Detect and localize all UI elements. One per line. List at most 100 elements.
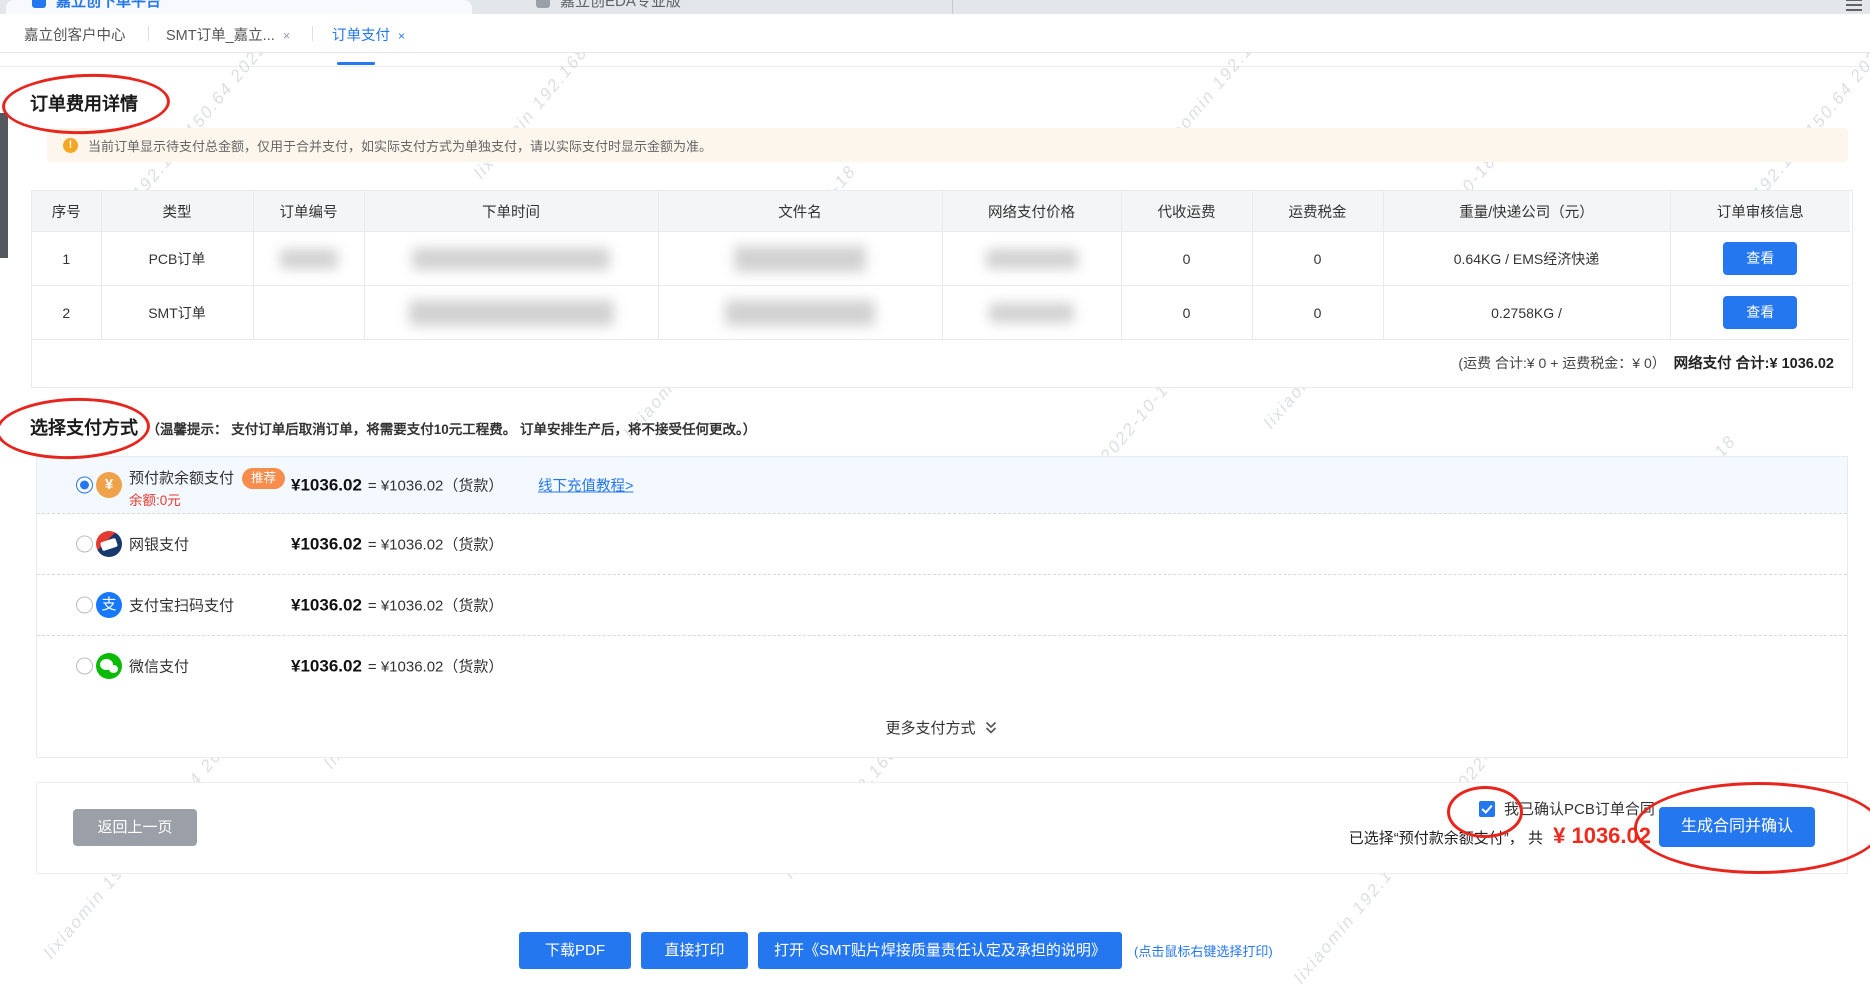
pay-option-wechat[interactable]: 微信支付 ¥1036.02= ¥1036.02（货款） — [37, 636, 1847, 696]
cell-type: PCB订单 — [101, 232, 253, 286]
pay-option-balance[interactable]: ¥ 预付款余额支付推荐 余额:0元 ¥1036.02= ¥1036.02（货款）… — [37, 457, 1847, 514]
close-icon[interactable]: × — [398, 29, 405, 43]
cell-weight-courier: 0.64KG / EMS经济快递 — [1383, 232, 1670, 286]
cell-order-no — [253, 286, 364, 340]
pay-option-name-line: 预付款余额支付推荐 — [129, 467, 285, 489]
col-header: 订单编号 — [253, 191, 364, 232]
payment-options-box: ¥ 预付款余额支付推荐 余额:0元 ¥1036.02 = ¥1036.02（货款）… — [36, 456, 1848, 758]
tab-separator — [952, 0, 953, 14]
pay-amount: ¥1036.02 = ¥1036.02（货款） — [291, 656, 503, 677]
pcb-contract-checkbox[interactable] — [1479, 801, 1495, 817]
col-header: 文件名 — [658, 191, 942, 232]
favicon-icon — [32, 0, 46, 8]
cell-file-name — [658, 232, 942, 286]
pay-option-netbank[interactable]: 网银支付 ¥1036.02 = ¥1036.02（货款） — [37, 514, 1847, 575]
order-table: 序号 类型 订单编号 下单时间 文件名 网络支付价格 代收运费 运费税金 重量/… — [31, 190, 1853, 388]
browser-menu-icon[interactable] — [1846, 0, 1862, 10]
money-bag-icon: ¥ — [96, 472, 122, 498]
pcb-contract-label: 我已确认PCB订单合同 — [1504, 798, 1655, 819]
recommended-badge: 推荐 — [242, 468, 285, 489]
amount-bold: ¥1036.02 — [291, 476, 362, 495]
close-icon[interactable]: × — [283, 28, 291, 43]
cell-weight-courier: 0.2758KG / — [1383, 286, 1670, 340]
cell-review: 查看 — [1670, 286, 1850, 340]
nav-tab-bar: 嘉立创客户中心 SMT订单_嘉立... × 订单支付× — [0, 14, 1870, 53]
tab-smt-order[interactable]: SMT订单_嘉立... × — [166, 24, 290, 45]
more-payment-methods[interactable]: 更多支付方式 — [37, 696, 1847, 759]
direct-print-button[interactable]: 直接打印 — [641, 932, 748, 969]
payment-total: 网络支付 合计:¥ 1036.02 — [1674, 356, 1834, 372]
pay-option-alipay[interactable]: 支 支付宝扫码支付 ¥1036.02= ¥1036.02（货款） — [37, 575, 1847, 636]
order-payment-page: lixiaomin 192.168.150.64 2022-10-18 lixi… — [0, 0, 1870, 986]
tab-label: SMT订单_嘉立... — [166, 28, 275, 44]
table-totals-row: (运费 合计:¥ 0 + 运费税金：¥ 0） 网络支付 合计:¥ 1036.02 — [32, 340, 1852, 387]
open-smt-statement-button[interactable]: 打开《SMT贴片焊接质量责任认定及承担的说明》 — [758, 932, 1122, 969]
active-tab-underline — [337, 62, 375, 65]
cell-order-time — [364, 232, 658, 286]
amount-bold: ¥1036.02 — [291, 535, 362, 554]
amount-bold: ¥1036.02 — [291, 596, 362, 615]
redacted-value — [986, 249, 1078, 269]
col-header: 类型 — [101, 191, 253, 232]
pay-option-name: 预付款余额支付 — [129, 470, 234, 487]
col-header: 重量/快递公司（元） — [1383, 191, 1670, 232]
notice-text: 当前订单显示待支付总金额，仅用于合并支付，如实际支付方式为单独支付，请以实际支付… — [88, 136, 712, 155]
redacted-value — [280, 249, 338, 269]
view-button[interactable]: 查看 — [1723, 296, 1797, 329]
cell-index: 1 — [32, 232, 101, 286]
pay-amount: ¥1036.02= ¥1036.02（货款） — [291, 475, 503, 496]
cell-file-name — [658, 286, 942, 340]
generate-contract-button[interactable]: 生成合同并确认 — [1659, 807, 1815, 847]
selected-method-text: 已选择“预付款余额支付”， 共 — [1349, 830, 1543, 847]
redacted-value — [989, 303, 1074, 323]
double-chevron-down-icon — [983, 720, 999, 736]
table-header-row: 序号 类型 订单编号 下单时间 文件名 网络支付价格 代收运费 运费税金 重量/… — [32, 191, 1850, 232]
confirm-footer-bar: 返回上一页 我已确认PCB订单合同 已选择“预付款余额支付”， 共 ¥ 1036… — [36, 782, 1848, 874]
balance-amount: 余额:0元 — [129, 489, 181, 509]
redacted-value — [725, 300, 875, 326]
download-pdf-button[interactable]: 下载PDF — [519, 932, 631, 969]
offline-recharge-link[interactable]: 线下充值教程> — [538, 475, 633, 496]
tab-customer-center[interactable]: 嘉立创客户中心 — [24, 24, 126, 45]
col-header: 序号 — [32, 191, 101, 232]
bank-card-icon — [96, 531, 122, 557]
amount-bold: ¥1036.02 — [291, 657, 362, 676]
more-payment-label: 更多支付方式 — [885, 717, 975, 738]
selected-total-amount: ¥ 1036.02 — [1553, 823, 1651, 848]
col-header: 下单时间 — [364, 191, 658, 232]
section-title-pay-method: 选择支付方式 — [30, 418, 138, 438]
col-header: 运费税金 — [1252, 191, 1383, 232]
radio-balance[interactable] — [76, 477, 93, 494]
pay-method-note: （温馨提示： 支付订单后取消订单，将需要支付10元工程费。 订单安排生产后，将不… — [146, 422, 756, 437]
view-button[interactable]: 查看 — [1723, 242, 1797, 275]
redacted-value — [412, 248, 610, 270]
radio-alipay[interactable] — [76, 597, 93, 614]
browser-tab-title: 嘉立创下单平台 — [56, 0, 161, 11]
left-edge-panel — [0, 113, 8, 258]
radio-wechat[interactable] — [76, 658, 93, 675]
amount-detail: = ¥1036.02（货款） — [368, 659, 504, 676]
col-header: 网络支付价格 — [942, 191, 1121, 232]
tab-order-payment[interactable]: 订单支付× — [332, 24, 405, 45]
pay-option-name: 支付宝扫码支付 — [129, 595, 234, 616]
cell-review: 查看 — [1670, 232, 1850, 286]
warning-icon: ! — [63, 138, 78, 153]
wechat-icon — [96, 653, 122, 679]
cell-order-no — [253, 232, 364, 286]
pay-option-name: 网银支付 — [129, 534, 189, 555]
browser-tab-strip: 嘉立创下单平台 嘉立创EDA专业版 — [0, 0, 1870, 14]
section-title-fee-detail: 订单费用详情 — [30, 90, 138, 116]
divider — [148, 26, 149, 41]
cell-freight-tax: 0 — [1252, 232, 1383, 286]
divider — [0, 66, 1870, 67]
redacted-value — [409, 300, 614, 326]
radio-netbank[interactable] — [76, 536, 93, 553]
browser-tab-active[interactable]: 嘉立创下单平台 — [6, 0, 472, 14]
cell-price — [942, 286, 1121, 340]
table-row: 2 SMT订单 0 0 0.2758KG / 查看 — [32, 286, 1850, 340]
back-button[interactable]: 返回上一页 — [73, 809, 197, 846]
browser-tab-title[interactable]: 嘉立创EDA专业版 — [560, 0, 681, 11]
cell-price — [942, 232, 1121, 286]
amount-detail: = ¥1036.02（货款） — [368, 537, 504, 554]
pay-amount: ¥1036.02= ¥1036.02（货款） — [291, 595, 503, 616]
